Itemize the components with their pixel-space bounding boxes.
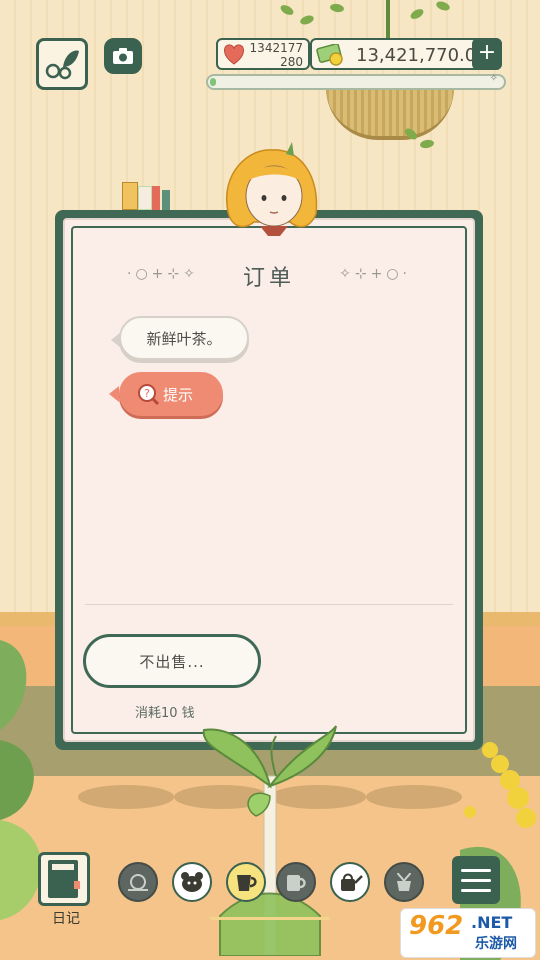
dirt-patch (366, 785, 462, 809)
money-counter: 13,421,770.00 + (310, 38, 502, 70)
order-card: ·○+⊹✧ 订单 ✧⊹+○· 新鲜叶茶。 ? 提示 不出售... 消耗10 钱 (55, 210, 483, 750)
vine (386, 0, 390, 40)
order-request-text: 新鲜叶茶。 (146, 329, 222, 348)
diary-book-icon (48, 860, 80, 898)
add-money-button[interactable]: + (472, 38, 502, 70)
snail-tool-button[interactable] (118, 862, 158, 902)
watermark-net: .NET (471, 913, 513, 932)
books (122, 182, 170, 210)
money-icon (316, 44, 343, 66)
svg-text:?: ? (144, 387, 150, 400)
card-divider (85, 604, 453, 605)
mug-icon (287, 875, 306, 891)
site-watermark: 962 .NET 乐游网 (400, 908, 536, 958)
snail-icon (128, 874, 148, 891)
home-indicator (210, 917, 330, 920)
tea-plant (202, 725, 337, 956)
hearts-value: 1342177 280 (249, 41, 303, 69)
hint-button[interactable]: ? 提示 (109, 372, 223, 416)
heart-icon (224, 44, 244, 65)
no-sell-button[interactable]: 不出售... (83, 634, 261, 688)
watering-can-tool-button[interactable] (330, 862, 370, 902)
magnifier-question-icon: ? (138, 384, 159, 405)
hearts-counter: 1342177 280 (216, 38, 310, 70)
growth-progress-fill (210, 78, 216, 86)
watermark-site: 乐游网 (475, 936, 517, 952)
diary-button[interactable] (38, 852, 90, 906)
growth-progress-bar: ✧ (206, 73, 506, 90)
diary-label: 日记 (52, 911, 80, 927)
order-request-bubble: 新鲜叶茶。 (111, 316, 249, 360)
pot-tool-button[interactable] (384, 862, 424, 902)
camera-button[interactable] (104, 38, 142, 74)
pot-icon (397, 872, 411, 891)
money-value: 13,421,770.00 (356, 45, 488, 66)
bear-tool-button[interactable] (172, 862, 212, 902)
order-card-body: ·○+⊹✧ 订单 ✧⊹+○· 新鲜叶茶。 ? 提示 不出售... 消耗10 钱 (63, 218, 475, 742)
order-title: 订单 (242, 266, 295, 291)
sparkle-icon: ✧ (489, 73, 498, 84)
hint-label: 提示 (163, 385, 194, 404)
dirt-patch (78, 785, 174, 809)
mug-tool-button[interactable] (276, 862, 316, 902)
camera-icon (113, 48, 133, 64)
menu-button[interactable] (452, 856, 500, 904)
hamburger-icon (461, 869, 491, 892)
bear-icon (181, 872, 203, 892)
leaf-icon (45, 50, 79, 80)
watering-can-icon (341, 873, 363, 891)
watermark-number: 962 (409, 911, 464, 941)
title-ornament-right: ✧⊹+○· (339, 266, 411, 282)
cup-icon (237, 875, 257, 891)
plant-collection-button[interactable] (36, 38, 88, 90)
cup-tool-button[interactable] (226, 862, 266, 902)
customer-girl (225, 142, 318, 236)
